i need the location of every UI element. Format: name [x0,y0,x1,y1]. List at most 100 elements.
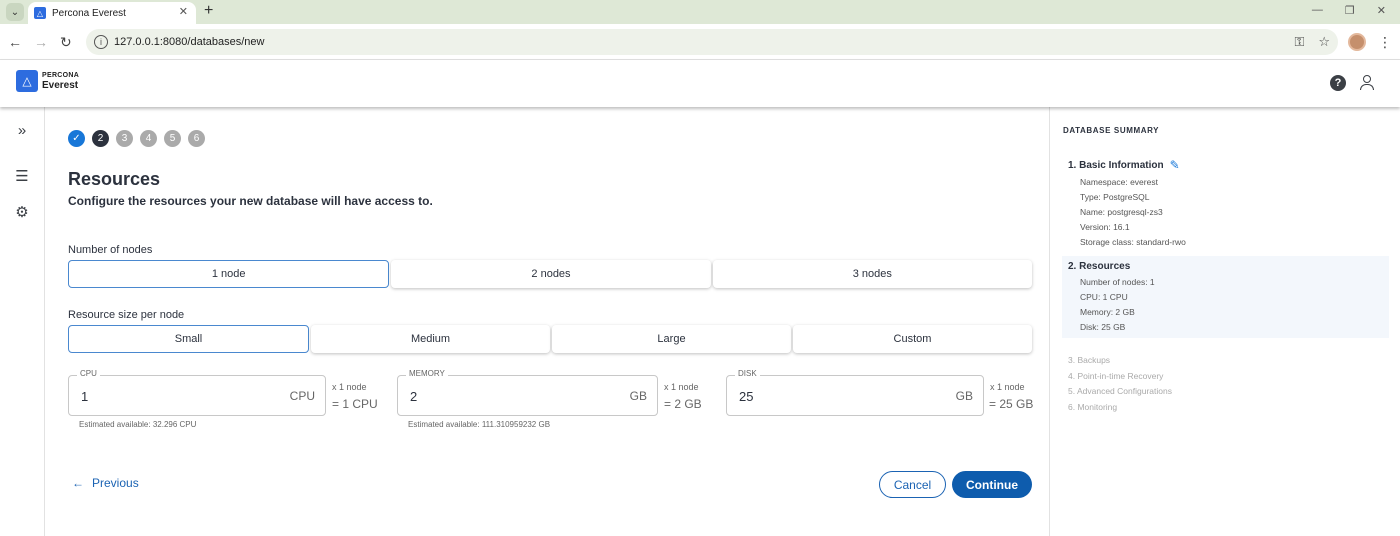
nodes-toggle-group: 1 node 2 nodes 3 nodes [68,260,1032,288]
step-4: 4 [140,130,157,147]
bookmark-star-icon[interactable]: ☆ [1318,34,1330,50]
edit-pencil-icon[interactable]: ✎ [1170,158,1180,172]
address-bar: ← → ↻ i 127.0.0.1:8080/databases/new ⚿ ☆ [0,24,1400,60]
memory-field-label: MEMORY [406,369,448,378]
memory-multiplier: x 1 node [664,382,699,392]
cpu-total: = 1 CPU [332,397,378,411]
cpu-help-text: Estimated available: 32.296 CPU [79,420,197,429]
summary-nodes: Number of nodes: 1 [1080,277,1155,287]
wizard-stepper: ✓ 2 3 4 5 6 [68,130,205,147]
logo-product: Everest [42,80,79,91]
size-option-medium[interactable]: Medium [311,325,550,353]
summary-basic-heading: 1. Basic Information [1068,159,1164,171]
browser-tab[interactable]: △ Percona Everest ✕ [28,2,196,24]
restore-icon[interactable]: ❐ [1345,4,1355,17]
summary-cpu: CPU: 1 CPU [1080,292,1128,302]
summary-namespace: Namespace: everest [1080,177,1158,187]
continue-button[interactable]: Continue [952,471,1032,498]
percona-logo-icon: △ [16,70,38,92]
cpu-field[interactable]: CPU 1 CPU [68,369,326,416]
summary-resources: 2. Resources Number of nodes: 1 CPU: 1 C… [1062,256,1389,338]
cpu-value[interactable]: 1 [81,389,88,404]
size-toggle-group: Small Medium Large Custom [68,325,1032,353]
disk-total: = 25 GB [989,397,1034,411]
summary-name: Name: postgresql-zs3 [1080,207,1163,217]
tab-search-icon[interactable]: ⌄ [6,3,24,21]
database-summary-panel: DATABASE SUMMARY 1. Basic Information ✎ … [1049,107,1400,536]
previous-label: Previous [92,476,139,490]
user-icon[interactable] [1360,74,1374,90]
memory-total: = 2 GB [664,397,702,411]
step-6: 6 [188,130,205,147]
size-option-custom[interactable]: Custom [793,325,1032,353]
site-info-icon[interactable]: i [94,35,108,49]
close-tab-icon[interactable]: ✕ [179,5,188,18]
previous-button[interactable]: ← Previous [72,476,139,490]
arrow-left-icon: ← [72,476,84,490]
cancel-button[interactable]: Cancel [879,471,946,498]
summary-type: Type: PostgreSQL [1080,192,1150,202]
disk-value[interactable]: 25 [739,389,753,404]
disk-field[interactable]: DISK 25 GB [726,369,984,416]
close-window-icon[interactable]: ✕ [1377,4,1386,17]
summary-backups: 3. Backups [1068,355,1111,365]
nodes-option-1[interactable]: 1 node [68,260,390,288]
browser-tab-bar: ⌄ △ Percona Everest ✕ + — ❐ ✕ [0,0,1400,24]
user-icon-body [1360,84,1374,90]
summary-version: Version: 16.1 [1080,222,1130,232]
memory-value[interactable]: 2 [410,389,417,404]
databases-list-icon[interactable]: ☰ [13,167,31,185]
step-5: 5 [164,130,181,147]
summary-basic-info: 1. Basic Information ✎ Namespace: everes… [1062,158,1389,247]
cpu-multiplier: x 1 node [332,382,367,392]
summary-advanced-config: 5. Advanced Configurations [1068,386,1172,396]
nodes-label: Number of nodes [68,244,153,256]
window-controls: — ❐ ✕ [1312,4,1386,17]
page-subtitle: Configure the resources your new databas… [68,194,433,208]
app-header: △ PERCONA Everest ? [0,60,1400,107]
minimize-icon[interactable]: — [1312,4,1323,17]
back-icon[interactable]: ← [8,34,22,50]
nodes-option-3[interactable]: 3 nodes [712,260,1032,288]
expand-sidebar-icon[interactable]: » [13,121,31,139]
url-text: 127.0.0.1:8080/databases/new [114,36,265,48]
size-option-large[interactable]: Large [552,325,791,353]
cpu-field-label: CPU [77,369,100,378]
url-field[interactable]: i 127.0.0.1:8080/databases/new ⚿ ☆ [86,29,1338,55]
summary-title: DATABASE SUMMARY [1063,126,1160,135]
new-tab-icon[interactable]: + [204,2,213,20]
memory-help-text: Estimated available: 111.310959232 GB [408,420,551,429]
help-icon[interactable]: ? [1330,75,1346,91]
reload-icon[interactable]: ↻ [60,34,72,51]
disk-unit: GB [955,389,973,403]
summary-storage-class: Storage class: standard-rwo [1080,237,1186,247]
cpu-unit: CPU [289,389,315,403]
summary-memory: Memory: 2 GB [1080,307,1135,317]
side-rail: » ☰ ⚙ [0,107,45,536]
omnibox-icons: ⚿ ☆ [1294,34,1330,50]
browser-menu-icon[interactable]: ⋮ [1378,34,1392,51]
size-label: Resource size per node [68,309,185,321]
forward-icon[interactable]: → [34,34,48,50]
percona-favicon-icon: △ [34,7,46,19]
summary-monitoring: 6. Monitoring [1068,402,1118,412]
size-option-small[interactable]: Small [68,325,309,353]
step-1-done-check-icon[interactable]: ✓ [68,130,85,147]
password-key-icon[interactable]: ⚿ [1294,34,1304,50]
profile-avatar[interactable] [1348,33,1366,51]
memory-unit: GB [629,389,647,403]
step-3: 3 [116,130,133,147]
nodes-option-2[interactable]: 2 nodes [391,260,711,288]
tab-title: Percona Everest [52,7,126,19]
logo-brand: PERCONA [42,72,80,79]
main-content: ✓ 2 3 4 5 6 Resources Configure the reso… [46,107,1049,536]
summary-basic-heading-row: 1. Basic Information ✎ [1068,158,1383,172]
user-icon-head [1363,75,1371,83]
page-title: Resources [68,169,161,189]
summary-disk: Disk: 25 GB [1080,322,1126,332]
summary-pitr: 4. Point-in-time Recovery [1068,371,1164,381]
summary-resources-heading: 2. Resources [1068,261,1131,272]
step-2[interactable]: 2 [92,130,109,147]
settings-gear-icon[interactable]: ⚙ [13,203,31,221]
memory-field[interactable]: MEMORY 2 GB [397,369,658,416]
